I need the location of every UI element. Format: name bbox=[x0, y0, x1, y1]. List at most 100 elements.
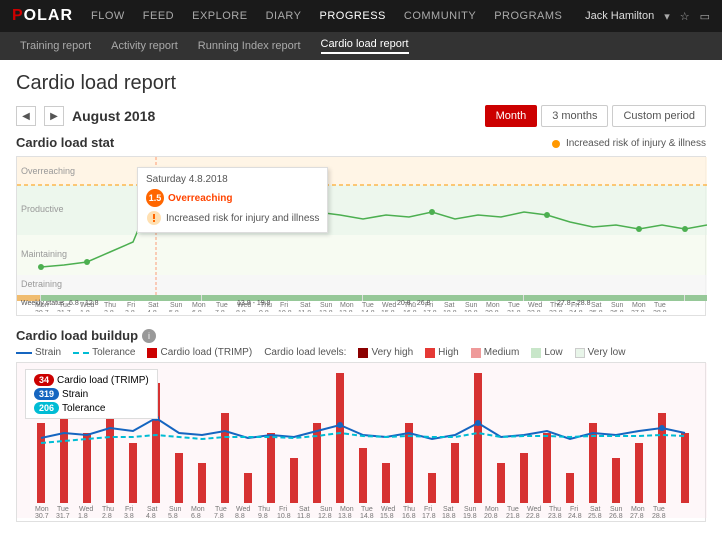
logo: POLAR bbox=[12, 7, 73, 25]
legend-medium: Medium bbox=[471, 347, 520, 358]
svg-text:Sat: Sat bbox=[443, 506, 454, 513]
subnav-cardio[interactable]: Cardio load report bbox=[321, 38, 409, 54]
svg-text:Tue: Tue bbox=[361, 506, 373, 513]
svg-text:Mon: Mon bbox=[191, 506, 205, 513]
svg-text:Sat: Sat bbox=[444, 302, 455, 309]
svg-text:30.7: 30.7 bbox=[35, 513, 49, 518]
buildup-section: Cardio load buildup i Strain Tolerance C… bbox=[16, 328, 706, 522]
svg-text:4.8: 4.8 bbox=[146, 513, 156, 518]
svg-text:14.8: 14.8 bbox=[361, 310, 375, 312]
svg-text:18.8: 18.8 bbox=[443, 310, 457, 312]
svg-text:Tue: Tue bbox=[654, 302, 666, 309]
svg-text:Wed: Wed bbox=[79, 506, 93, 513]
svg-text:Wed: Wed bbox=[381, 506, 395, 513]
cardio-stat-chart: Saturday 4.8.2018 1.5 Overreaching Incre… bbox=[16, 156, 706, 316]
legend-risk-dot bbox=[552, 140, 560, 148]
svg-text:11.8: 11.8 bbox=[298, 310, 311, 312]
stat-legend: Increased risk of injury & illness bbox=[552, 138, 706, 149]
svg-text:9.8: 9.8 bbox=[258, 513, 268, 518]
nav-progress[interactable]: PROGRESS bbox=[320, 10, 386, 22]
header-right: Jack Hamilton ▾ ☆ ▭ bbox=[585, 10, 710, 23]
info-icon[interactable]: i bbox=[142, 329, 156, 343]
cardio-stat-section: Cardio load stat Increased risk of injur… bbox=[16, 135, 706, 316]
legend-low: Low bbox=[531, 347, 562, 358]
svg-text:23.8: 23.8 bbox=[548, 513, 562, 518]
tooltip-status: 1.5 Overreaching bbox=[146, 189, 319, 207]
period-custom-button[interactable]: Custom period bbox=[612, 105, 706, 127]
svg-text:17.8: 17.8 bbox=[423, 310, 437, 312]
prev-month-button[interactable]: ◀ bbox=[16, 106, 36, 126]
next-month-button[interactable]: ▶ bbox=[44, 106, 64, 126]
period-month-button[interactable]: Month bbox=[485, 105, 538, 127]
svg-text:Sat: Sat bbox=[148, 302, 159, 309]
svg-text:31.7: 31.7 bbox=[56, 513, 70, 518]
buildup-legend-row: Strain Tolerance Cardio load (TRIMP) Car… bbox=[16, 347, 706, 358]
legend-high: High bbox=[425, 347, 459, 358]
tooltip: Saturday 4.8.2018 1.5 Overreaching Incre… bbox=[137, 167, 328, 233]
nav-flow[interactable]: FLOW bbox=[91, 10, 125, 22]
svg-text:8.8: 8.8 bbox=[235, 513, 245, 518]
month-nav: ◀ ▶ August 2018 bbox=[16, 106, 155, 126]
svg-text:Thu: Thu bbox=[403, 506, 415, 513]
svg-text:22.8: 22.8 bbox=[527, 310, 541, 312]
subnav: Training report Activity report Running … bbox=[0, 32, 722, 60]
svg-text:19.8: 19.8 bbox=[463, 513, 477, 518]
svg-text:Mon: Mon bbox=[35, 506, 49, 513]
svg-text:Maintaining: Maintaining bbox=[21, 249, 67, 259]
svg-text:Wed: Wed bbox=[528, 302, 542, 309]
subnav-training[interactable]: Training report bbox=[20, 40, 91, 52]
svg-text:Mon: Mon bbox=[340, 302, 354, 309]
user-dropdown-icon[interactable]: ▾ bbox=[664, 10, 670, 23]
svg-text:Sun: Sun bbox=[320, 506, 333, 513]
svg-text:19.8: 19.8 bbox=[464, 310, 478, 312]
svg-text:12.8: 12.8 bbox=[319, 310, 333, 312]
svg-text:27.8: 27.8 bbox=[631, 310, 645, 312]
svg-text:20.8 - 26.8: 20.8 - 26.8 bbox=[397, 300, 431, 307]
svg-text:3.8: 3.8 bbox=[125, 310, 135, 312]
bl-tolerance: 206 Tolerance bbox=[34, 402, 149, 414]
star-icon[interactable]: ☆ bbox=[680, 10, 690, 23]
subnav-activity[interactable]: Activity report bbox=[111, 40, 178, 52]
svg-text:9.8: 9.8 bbox=[259, 310, 269, 312]
svg-text:Sun: Sun bbox=[465, 302, 478, 309]
nav-programs[interactable]: PROGRAMS bbox=[494, 10, 562, 22]
svg-text:12.8: 12.8 bbox=[318, 513, 332, 518]
nav-community[interactable]: COMMUNITY bbox=[404, 10, 476, 22]
svg-text:4.8: 4.8 bbox=[147, 310, 157, 312]
nav-diary[interactable]: DIARY bbox=[266, 10, 302, 22]
nav-explore[interactable]: EXPLORE bbox=[192, 10, 247, 22]
period-3months-button[interactable]: 3 months bbox=[541, 105, 608, 127]
svg-text:Wed: Wed bbox=[382, 302, 396, 309]
bl-tolerance-badge: 206 bbox=[34, 402, 59, 414]
nav-feed[interactable]: FEED bbox=[143, 10, 174, 22]
svg-text:Weekly status: Weekly status bbox=[21, 300, 65, 307]
svg-text:6.8: 6.8 bbox=[192, 310, 202, 312]
svg-text:13.8: 13.8 bbox=[338, 513, 352, 518]
page-title: Cardio load report bbox=[16, 72, 706, 95]
svg-text:23.8: 23.8 bbox=[549, 310, 563, 312]
svg-text:2.8: 2.8 bbox=[102, 513, 112, 518]
svg-text:Tue: Tue bbox=[508, 302, 520, 309]
svg-text:Wed: Wed bbox=[527, 506, 541, 513]
user-name: Jack Hamilton bbox=[585, 10, 654, 22]
svg-text:Sat: Sat bbox=[590, 506, 601, 513]
svg-text:Sat: Sat bbox=[591, 302, 602, 309]
svg-text:14.8: 14.8 bbox=[360, 513, 374, 518]
controls-row: ◀ ▶ August 2018 Month 3 months Custom pe… bbox=[16, 105, 706, 127]
svg-text:7.8: 7.8 bbox=[215, 310, 225, 312]
buildup-header: Cardio load buildup i bbox=[16, 328, 706, 343]
cardio-stat-title: Cardio load stat bbox=[16, 135, 114, 150]
svg-text:26.8: 26.8 bbox=[609, 513, 623, 518]
svg-text:Mon: Mon bbox=[632, 302, 646, 309]
tooltip-badge: 1.5 bbox=[146, 189, 164, 207]
svg-text:Tue: Tue bbox=[362, 302, 374, 309]
svg-text:15.8: 15.8 bbox=[380, 513, 394, 518]
svg-text:Sun: Sun bbox=[464, 506, 477, 513]
svg-text:20.8: 20.8 bbox=[485, 310, 499, 312]
monitor-icon[interactable]: ▭ bbox=[700, 10, 710, 23]
svg-text:15.8: 15.8 bbox=[381, 310, 395, 312]
svg-text:8.8: 8.8 bbox=[236, 310, 246, 312]
bl-strain-badge: 319 bbox=[34, 388, 59, 400]
subnav-running[interactable]: Running Index report bbox=[198, 40, 301, 52]
svg-text:Sat: Sat bbox=[299, 506, 310, 513]
